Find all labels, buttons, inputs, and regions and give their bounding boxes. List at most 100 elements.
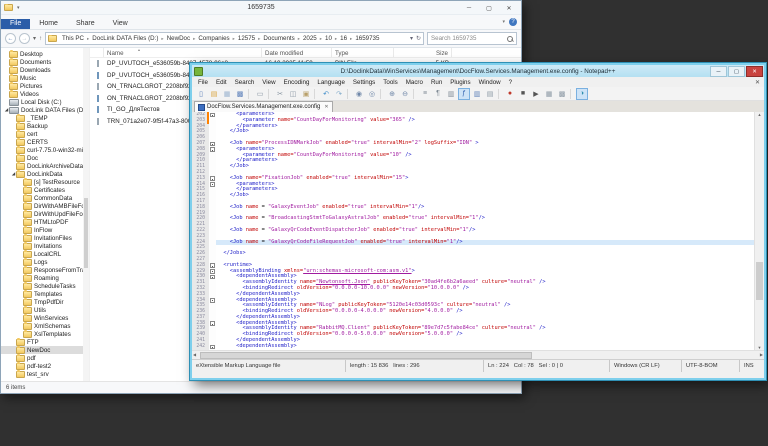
sidebar-scrollbar[interactable] [83, 48, 89, 385]
sidebar-item-videos[interactable]: Videos [1, 90, 89, 98]
minimize-button[interactable]: ─ [459, 2, 479, 14]
help-icon[interactable]: ? [509, 18, 517, 26]
multi-play-macro-icon[interactable]: ▩ [556, 88, 568, 100]
find-icon[interactable]: ◉ [353, 88, 365, 100]
breadcrumb-segment[interactable]: 12575 [236, 35, 257, 42]
sidebar-item-doclinkdata[interactable]: ◢DocLinkData [1, 170, 89, 178]
menu-item-plugins[interactable]: Plugins [446, 79, 474, 86]
address-box[interactable]: This PC▸DocLink DATA Files (D:)▸NewDoc▸C… [45, 32, 424, 45]
scroll-right-icon[interactable]: ▶ [760, 352, 763, 357]
sidebar-item-pictures[interactable]: Pictures [1, 82, 89, 90]
recent-locations-icon[interactable]: ▾ [33, 35, 36, 42]
menubar-close-icon[interactable]: ✕ [755, 79, 760, 86]
search-icon[interactable] [507, 36, 513, 42]
fold-collapse-box[interactable] [210, 263, 215, 268]
ribbon-expand-icon[interactable]: ▾ [502, 19, 505, 25]
breadcrumb-segment[interactable]: 2025 [301, 35, 319, 42]
sidebar-item-test-srv[interactable]: test_srv [1, 370, 89, 378]
sidebar-item-doc[interactable]: Doc [1, 154, 89, 162]
vertical-scrollbar-thumb[interactable] [756, 262, 763, 300]
sidebar-item-desktop[interactable]: Desktop [1, 50, 89, 58]
paste-icon[interactable]: ▣ [300, 88, 312, 100]
fold-toggle-icon[interactable] [209, 344, 216, 350]
fold-collapse-box[interactable] [210, 113, 215, 118]
encoding-label[interactable]: UTF-8-BOM [682, 360, 740, 372]
menu-item-settings[interactable]: Settings [349, 79, 379, 86]
menu-item-edit[interactable]: Edit [212, 79, 231, 86]
explorer-titlebar[interactable]: ▾ 1659735 ─ ▢ ✕ [1, 1, 521, 15]
fold-collapse-box[interactable] [210, 182, 215, 187]
copy-icon[interactable]: ◫ [287, 88, 299, 100]
breadcrumb-segment[interactable]: 10 [323, 35, 334, 42]
sidebar-item-pdf-test2[interactable]: pdf-test2 [1, 362, 89, 370]
ribbon-tab-home[interactable]: Home [30, 19, 67, 29]
monitor-icon[interactable]: ◑ [576, 88, 588, 100]
menu-item-language[interactable]: Language [313, 79, 349, 86]
sidebar-item-backup[interactable]: Backup [1, 122, 89, 130]
sidebar-item-scheduletasks[interactable]: ScheduleTasks [1, 282, 89, 290]
menu-item-file[interactable]: File [194, 79, 212, 86]
editor-line[interactable]: 242 <dependentAssembly> [192, 344, 764, 350]
sidebar-item-localcrl[interactable]: LocalCRL [1, 250, 89, 258]
sidebar-item-cert[interactable]: cert [1, 130, 89, 138]
back-button[interactable]: ← [5, 33, 16, 44]
breadcrumb-segment[interactable]: DocLink DATA Files (D:) [90, 35, 160, 42]
doc-switcher-icon[interactable]: ▤ [484, 88, 496, 100]
tab-close-icon[interactable]: ✕ [324, 104, 328, 110]
record-macro-icon[interactable]: ● [504, 88, 516, 100]
open-folder-icon[interactable]: ▤ [208, 88, 220, 100]
fold-collapse-box[interactable] [210, 345, 215, 350]
menu-item-encoding[interactable]: Encoding [280, 79, 314, 86]
new-file-icon[interactable]: ▯ [195, 88, 207, 100]
ribbon-tab-file[interactable]: File [1, 19, 30, 29]
sidebar-item-htmltopdf[interactable]: HTMLtoPDF [1, 218, 89, 226]
fold-collapse-box[interactable] [210, 275, 215, 280]
column-header-type[interactable]: Type [332, 48, 394, 57]
undo-icon[interactable]: ↶ [320, 88, 332, 100]
sidebar-item-inflow[interactable]: InFlow [1, 226, 89, 234]
breadcrumb-segment[interactable]: This PC [60, 35, 86, 42]
print-icon[interactable]: ▭ [254, 88, 266, 100]
sidebar-item-winservices[interactable]: WinServices [1, 314, 89, 322]
sidebar-item-ftp[interactable]: FTP [1, 338, 89, 346]
sidebar-item-doclinkarchivedata[interactable]: DocLinkArchiveData [1, 162, 89, 170]
menu-item-macro[interactable]: Macro [402, 79, 427, 86]
up-button[interactable]: ↑ [39, 36, 42, 42]
ribbon-tab-share[interactable]: Share [67, 19, 104, 29]
sidebar-item--temp[interactable]: _TEMP [1, 114, 89, 122]
save-macro-icon[interactable]: ▦ [543, 88, 555, 100]
sidebar-item-local-disk-c-[interactable]: Local Disk (C:) [1, 98, 89, 106]
column-header-name[interactable]: Name [104, 48, 262, 57]
column-header-date-modified[interactable]: Date modified [262, 48, 332, 57]
horizontal-scrollbar-thumb[interactable] [200, 352, 532, 359]
sidebar-item-tmppdfdir[interactable]: TmpPdfDir [1, 298, 89, 306]
stop-macro-icon[interactable]: ■ [517, 88, 529, 100]
replace-icon[interactable]: ◎ [366, 88, 378, 100]
fold-collapse-box[interactable] [210, 147, 215, 152]
breadcrumb-segment[interactable]: 16 [338, 35, 349, 42]
function-list-icon[interactable]: ƒ [458, 88, 470, 100]
editor[interactable]: 202 <parameters>203 <parameter name="Cou… [192, 112, 764, 350]
sidebar-item-newdoc[interactable]: NewDoc [1, 346, 89, 354]
sidebar-item-pdf[interactable]: pdf [1, 354, 89, 362]
breadcrumb-segment[interactable]: Companies [196, 35, 231, 42]
sidebar-item-utils[interactable]: Utils [1, 306, 89, 314]
sidebar-item-responsefromtransferdir[interactable]: ResponseFromTransferDir [1, 266, 89, 274]
cut-icon[interactable]: ✂ [274, 88, 286, 100]
horizontal-scrollbar[interactable]: ◀ ▶ [192, 350, 764, 359]
show-all-chars-icon[interactable]: ¶ [432, 88, 444, 100]
sidebar-item-dirwithambfileforatak[interactable]: DirWithAMBFileForAtak [1, 202, 89, 210]
fold-collapse-box[interactable] [210, 298, 215, 303]
sidebar-item-invitations[interactable]: Invitations [1, 242, 89, 250]
address-dropdown-icon[interactable]: ▾ [410, 35, 413, 42]
sidebar-item-doclink-data-files-d-[interactable]: ◢DocLink DATA Files (D:) [1, 106, 89, 114]
search-input[interactable]: Search 1659735 [427, 32, 517, 45]
menu-item-window[interactable]: Window [475, 79, 505, 86]
doc-map-icon[interactable]: ▥ [471, 88, 483, 100]
forward-button[interactable]: → [19, 33, 30, 44]
sidebar-item-downloads[interactable]: Downloads [1, 66, 89, 74]
sidebar-item-music[interactable]: Music [1, 74, 89, 82]
breadcrumb-segment[interactable]: Documents [261, 35, 296, 42]
menu-item-run[interactable]: Run [427, 79, 446, 86]
fold-collapse-box[interactable] [210, 176, 215, 181]
